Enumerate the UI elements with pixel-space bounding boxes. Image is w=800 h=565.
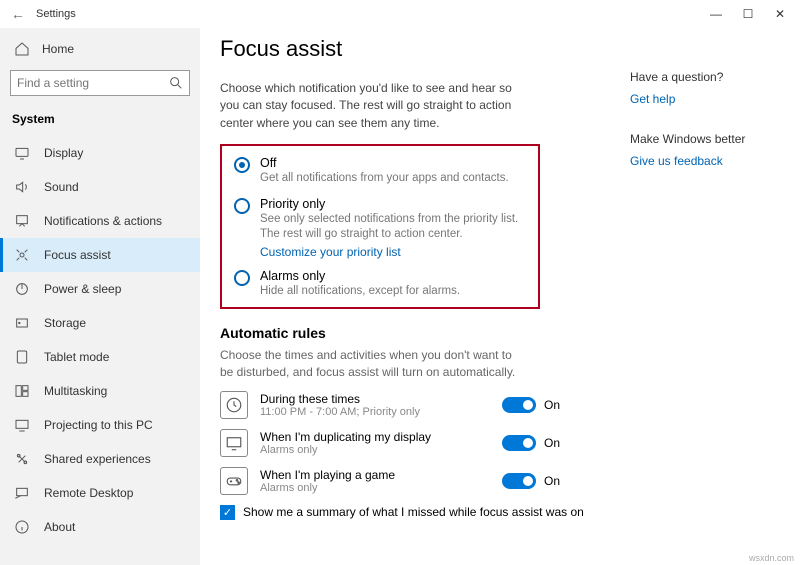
right-column: Have a question? Get help Make Windows b…	[630, 28, 800, 565]
summary-label: Show me a summary of what I missed while…	[243, 505, 584, 519]
toggle-state: On	[544, 398, 560, 412]
titlebar: ← Settings — ☐ ✕	[0, 0, 800, 28]
rule-playing-game[interactable]: When I'm playing a game Alarms only On	[220, 467, 560, 495]
clock-icon	[220, 391, 248, 419]
nav-label: About	[44, 520, 75, 534]
about-icon	[14, 519, 30, 535]
search-input[interactable]	[10, 70, 190, 96]
shared-icon	[14, 451, 30, 467]
nav-label: Tablet mode	[44, 350, 109, 364]
sidebar-item-about[interactable]: About	[0, 510, 200, 544]
radio-priority-label: Priority only	[260, 197, 526, 211]
have-question-heading: Have a question?	[630, 70, 790, 84]
automatic-rules-desc: Choose the times and activities when you…	[220, 347, 520, 381]
watermark: wsxdn.com	[749, 553, 794, 563]
rule-title: During these times	[260, 392, 490, 406]
switch-on-icon	[502, 473, 536, 489]
gamepad-icon	[220, 467, 248, 495]
page-intro: Choose which notification you'd like to …	[220, 80, 530, 132]
radio-off-label: Off	[260, 156, 526, 170]
sidebar-item-multitasking[interactable]: Multitasking	[0, 374, 200, 408]
sidebar-group-title: System	[0, 106, 200, 136]
sidebar-item-shared[interactable]: Shared experiences	[0, 442, 200, 476]
tablet-icon	[14, 349, 30, 365]
sidebar-item-tablet[interactable]: Tablet mode	[0, 340, 200, 374]
rule-toggle[interactable]: On	[502, 435, 560, 451]
nav-label: Shared experiences	[44, 452, 151, 466]
remote-icon	[14, 485, 30, 501]
multitasking-icon	[14, 383, 30, 399]
storage-icon	[14, 315, 30, 331]
radio-icon	[234, 270, 250, 286]
switch-on-icon	[502, 397, 536, 413]
sidebar-item-display[interactable]: Display	[0, 136, 200, 170]
sidebar-item-notifications[interactable]: Notifications & actions	[0, 204, 200, 238]
nav-label: Storage	[44, 316, 86, 330]
toggle-state: On	[544, 436, 560, 450]
sound-icon	[14, 179, 30, 195]
rule-duplicating-display[interactable]: When I'm duplicating my display Alarms o…	[220, 429, 560, 457]
home-label: Home	[42, 42, 74, 56]
toggle-state: On	[544, 474, 560, 488]
get-help-link[interactable]: Get help	[630, 92, 790, 106]
radio-alarms[interactable]: Alarms only Hide all notifications, exce…	[234, 269, 526, 300]
switch-on-icon	[502, 435, 536, 451]
sidebar-item-power[interactable]: Power & sleep	[0, 272, 200, 306]
rule-toggle[interactable]: On	[502, 397, 560, 413]
make-better-heading: Make Windows better	[630, 132, 790, 146]
nav-label: Display	[44, 146, 83, 160]
projecting-icon	[14, 417, 30, 433]
radio-icon	[234, 157, 250, 173]
sidebar-home[interactable]: Home	[0, 34, 200, 64]
rule-title: When I'm duplicating my display	[260, 430, 490, 444]
radio-icon	[234, 198, 250, 214]
minimize-button[interactable]: —	[700, 7, 732, 21]
nav-label: Remote Desktop	[44, 486, 133, 500]
display-icon	[14, 145, 30, 161]
sidebar-item-remote[interactable]: Remote Desktop	[0, 476, 200, 510]
nav-label: Notifications & actions	[44, 214, 162, 228]
nav-label: Sound	[44, 180, 79, 194]
give-feedback-link[interactable]: Give us feedback	[630, 154, 790, 168]
search-wrap	[10, 70, 190, 96]
radio-priority[interactable]: Priority only See only selected notifica…	[234, 197, 526, 259]
page-title: Focus assist	[220, 36, 610, 62]
automatic-rules-title: Automatic rules	[220, 325, 610, 341]
rule-sub: Alarms only	[260, 482, 490, 494]
power-icon	[14, 281, 30, 297]
nav-label: Power & sleep	[44, 282, 121, 296]
rule-sub: 11:00 PM - 7:00 AM; Priority only	[260, 406, 490, 418]
radio-priority-sub: See only selected notifications from the…	[260, 212, 526, 243]
monitor-icon	[220, 429, 248, 457]
radio-off-sub: Get all notifications from your apps and…	[260, 171, 526, 187]
nav-label: Multitasking	[44, 384, 107, 398]
summary-checkbox-row[interactable]: ✓ Show me a summary of what I missed whi…	[220, 505, 610, 520]
sidebar-item-sound[interactable]: Sound	[0, 170, 200, 204]
main-content: Focus assist Choose which notification y…	[200, 28, 630, 565]
window-title: Settings	[32, 8, 76, 20]
home-icon	[14, 41, 30, 57]
notifications-icon	[14, 213, 30, 229]
checkbox-checked-icon: ✓	[220, 505, 235, 520]
nav-label: Focus assist	[44, 248, 111, 262]
radio-alarms-label: Alarms only	[260, 269, 526, 283]
maximize-button[interactable]: ☐	[732, 7, 764, 21]
rule-title: When I'm playing a game	[260, 468, 490, 482]
search-icon	[168, 75, 184, 94]
radio-off[interactable]: Off Get all notifications from your apps…	[234, 156, 526, 187]
rule-sub: Alarms only	[260, 444, 490, 456]
back-button[interactable]: ←	[4, 6, 32, 22]
rule-during-times[interactable]: During these times 11:00 PM - 7:00 AM; P…	[220, 391, 560, 419]
sidebar-item-focus-assist[interactable]: Focus assist	[0, 238, 200, 272]
sidebar-item-projecting[interactable]: Projecting to this PC	[0, 408, 200, 442]
focus-level-group: Off Get all notifications from your apps…	[220, 144, 540, 309]
customize-priority-link[interactable]: Customize your priority list	[260, 245, 401, 259]
radio-alarms-sub: Hide all notifications, except for alarm…	[260, 284, 526, 300]
sidebar: Home System Display Sound Notifications …	[0, 28, 200, 565]
nav-label: Projecting to this PC	[44, 418, 153, 432]
sidebar-item-storage[interactable]: Storage	[0, 306, 200, 340]
rule-toggle[interactable]: On	[502, 473, 560, 489]
focus-assist-icon	[14, 247, 30, 263]
close-button[interactable]: ✕	[764, 7, 796, 21]
